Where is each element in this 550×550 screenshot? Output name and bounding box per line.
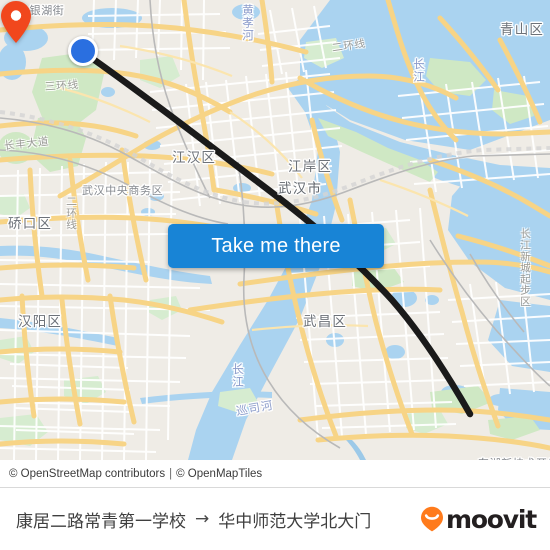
route-summary: 康居二路常青第一学校 → 华中师范大学北大门 bbox=[16, 507, 371, 532]
moovit-pin-icon bbox=[420, 506, 443, 532]
map-canvas[interactable]: 金银湖街 黄孝河 二环线 三环线 青山区 长江 长丰大道 江汉区 江岸区 武汉市 武汉中央商务区 硚口… bbox=[0, 0, 550, 460]
footer-bar: 康居二路常青第一学校 → 华中师范大学北大门 moovit bbox=[0, 487, 550, 550]
route-destination-label: 华中师范大学北大门 bbox=[218, 511, 372, 532]
route-origin-label: 康居二路常青第一学校 bbox=[16, 511, 186, 532]
attribution-separator: | bbox=[169, 467, 173, 480]
moovit-wordmark: moovit bbox=[445, 504, 537, 534]
moovit-route-map-screen: 金银湖街 黄孝河 二环线 三环线 青山区 长江 长丰大道 江汉区 江岸区 武汉市 武汉中央商务区 硚口… bbox=[0, 0, 550, 550]
moovit-logo[interactable]: moovit bbox=[420, 504, 537, 534]
destination-marker[interactable] bbox=[0, 0, 32, 44]
origin-marker[interactable] bbox=[68, 36, 98, 66]
map-attribution: © OpenStreetMap contributors | © OpenMap… bbox=[0, 460, 550, 487]
take-me-there-button[interactable]: Take me there bbox=[168, 224, 384, 268]
arrow-right-icon: → bbox=[195, 509, 210, 529]
attribution-osm[interactable]: © OpenStreetMap contributors bbox=[9, 468, 165, 480]
attribution-openmaptiles[interactable]: © OpenMapTiles bbox=[176, 468, 262, 480]
